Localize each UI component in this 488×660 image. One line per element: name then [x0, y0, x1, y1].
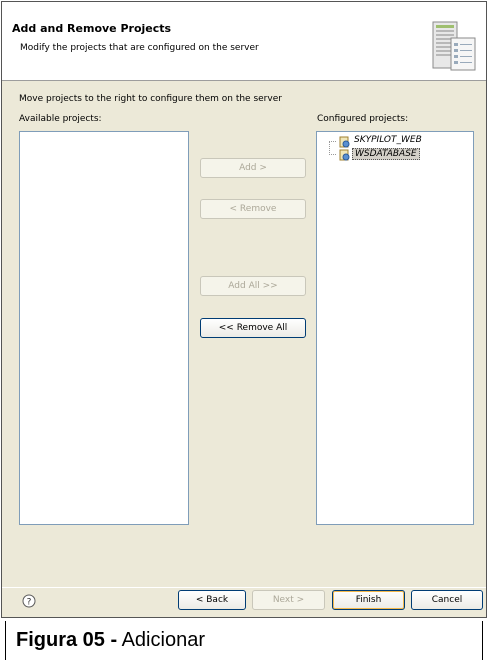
configured-projects-list[interactable]: SKYPILOT_WEB WSDATABASE	[316, 131, 474, 525]
back-button[interactable]: < Back	[178, 590, 246, 610]
add-remove-projects-dialog: Add and Remove Projects Modify the proje…	[1, 1, 487, 618]
next-button[interactable]: Next >	[252, 590, 325, 610]
figure-number: Figura 05 -	[16, 629, 118, 651]
dialog-title: Add and Remove Projects	[12, 22, 172, 35]
dialog-description: Modify the projects that are configured …	[20, 43, 259, 53]
web-project-icon	[339, 136, 350, 148]
tree-connector	[329, 154, 336, 155]
web-project-icon	[339, 149, 350, 161]
available-projects-label: Available projects:	[19, 114, 102, 124]
footer-separator	[2, 587, 486, 588]
finish-button[interactable]: Finish	[332, 590, 405, 610]
configured-projects-label: Configured projects:	[317, 114, 409, 124]
svg-text:?: ?	[27, 598, 32, 608]
remove-all-button[interactable]: << Remove All	[200, 318, 306, 338]
project-label: WSDATABASE	[352, 148, 420, 160]
project-label: SKYPILOT_WEB	[354, 135, 422, 145]
dialog-header: Add and Remove Projects Modify the proje…	[2, 2, 486, 81]
add-all-button[interactable]: Add All >>	[200, 276, 306, 296]
tree-connector	[329, 141, 336, 142]
cancel-button[interactable]: Cancel	[411, 590, 483, 610]
dialog-body: Move projects to the right to configure …	[2, 82, 486, 587]
instruction-text: Move projects to the right to configure …	[19, 94, 282, 104]
server-config-icon	[432, 21, 476, 71]
figure-caption-text: Adicionar	[121, 629, 205, 651]
help-icon[interactable]: ?	[22, 594, 36, 608]
tree-connector	[329, 141, 330, 155]
figure-caption: Figura 05 - Adicionar	[5, 621, 483, 660]
remove-button[interactable]: < Remove	[200, 199, 306, 219]
add-button[interactable]: Add >	[200, 158, 306, 178]
available-projects-list[interactable]	[19, 131, 189, 525]
